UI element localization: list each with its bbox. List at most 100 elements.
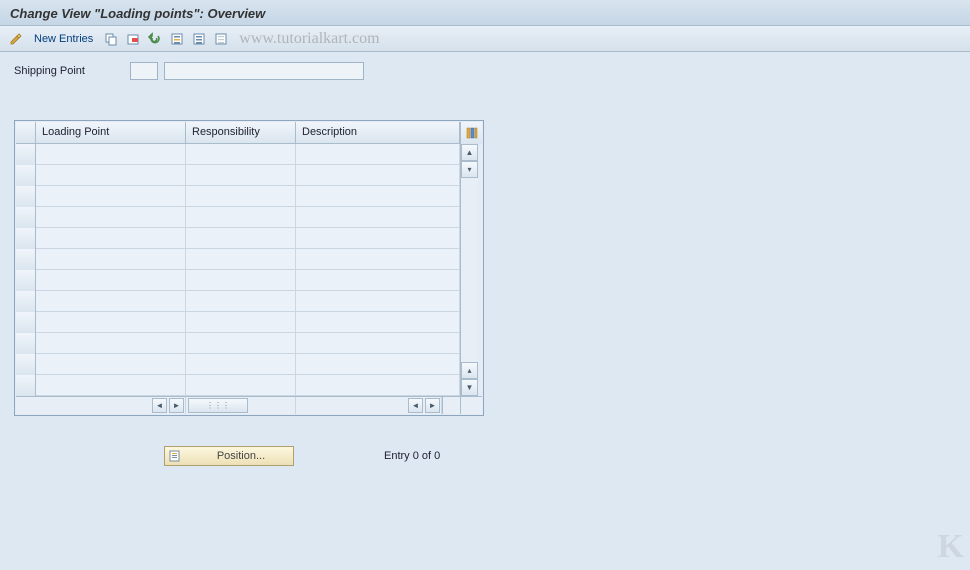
shipping-point-input[interactable] [130,62,158,80]
row-selector[interactable] [16,354,36,375]
delete-icon[interactable] [125,31,141,47]
copy-as-icon[interactable] [103,31,119,47]
select-all-icon[interactable] [169,31,185,47]
row-selector[interactable] [16,207,36,228]
cell-loading-point[interactable] [36,186,186,207]
cell-responsibility[interactable] [186,354,296,375]
cell-loading-point[interactable] [36,333,186,354]
table-row [16,291,460,312]
cell-loading-point[interactable] [36,354,186,375]
row-selector[interactable] [16,375,36,396]
vscroll-down-icon[interactable]: ▼ [461,379,478,396]
cell-description[interactable] [296,144,460,165]
row-selector[interactable] [16,312,36,333]
position-icon [169,449,183,463]
row-selector[interactable] [16,249,36,270]
shipping-point-desc-input[interactable] [164,62,364,80]
cell-description[interactable] [296,228,460,249]
table-row [16,312,460,333]
cell-loading-point[interactable] [36,228,186,249]
vscroll-track[interactable] [461,178,478,362]
row-selector[interactable] [16,291,36,312]
hscroll-thumb[interactable]: ⋮⋮⋮ [188,398,248,413]
table-row [16,270,460,291]
select-block-icon[interactable] [191,31,207,47]
table-row [16,375,460,396]
cell-loading-point[interactable] [36,312,186,333]
vscroll-up-icon[interactable]: ▲ [461,144,478,161]
hscroll-right2-icon[interactable]: ► [425,398,440,413]
row-selector[interactable] [16,333,36,354]
col-header-loading-point[interactable]: Loading Point [36,122,186,143]
cell-responsibility[interactable] [186,228,296,249]
table-row [16,165,460,186]
table-row [16,144,460,165]
table-row [16,354,460,375]
row-selector[interactable] [16,186,36,207]
col-header-description[interactable]: Description [296,122,460,143]
cell-responsibility[interactable] [186,249,296,270]
new-entries-button[interactable]: New Entries [34,33,93,45]
position-button[interactable]: Position... [164,446,294,466]
cell-loading-point[interactable] [36,375,186,396]
table-row [16,228,460,249]
cell-responsibility[interactable] [186,270,296,291]
corner-logo: K [938,528,964,566]
cell-loading-point[interactable] [36,270,186,291]
table-row [16,207,460,228]
vertical-scrollbar: ▲ ▾ ▴ ▼ [460,144,478,396]
loading-points-table: Loading Point Responsibility Description… [14,120,484,416]
entry-count-text: Entry 0 of 0 [384,450,440,462]
vscroll-line-up-icon[interactable]: ▾ [461,161,478,178]
cell-description[interactable] [296,186,460,207]
cell-responsibility[interactable] [186,207,296,228]
hscroll-left2-icon[interactable]: ◄ [408,398,423,413]
table-row [16,333,460,354]
cell-responsibility[interactable] [186,333,296,354]
undo-icon[interactable] [147,31,163,47]
toggle-edit-icon[interactable] [8,31,24,47]
watermark-text: www.tutorialkart.com [239,30,379,48]
hscroll-right-icon[interactable]: ► [169,398,184,413]
cell-description[interactable] [296,375,460,396]
cell-description[interactable] [296,291,460,312]
cell-loading-point[interactable] [36,249,186,270]
row-selector-header[interactable] [16,122,36,143]
horizontal-scrollbar: ◄ ► ⋮⋮⋮ ◄ ► [16,396,460,414]
cell-responsibility[interactable] [186,186,296,207]
cell-description[interactable] [296,249,460,270]
cell-loading-point[interactable] [36,144,186,165]
cell-responsibility[interactable] [186,291,296,312]
row-selector[interactable] [16,144,36,165]
row-selector[interactable] [16,228,36,249]
cell-description[interactable] [296,354,460,375]
cell-loading-point[interactable] [36,207,186,228]
shipping-point-row: Shipping Point [14,62,956,80]
position-button-label: Position... [193,450,289,462]
hscroll-left-icon[interactable]: ◄ [152,398,167,413]
deselect-all-icon[interactable] [213,31,229,47]
table-row [16,249,460,270]
toolbar: New Entries www.tutorialkart.com [0,26,970,52]
row-selector[interactable] [16,165,36,186]
table-header-row: Loading Point Responsibility Description [16,122,460,144]
cell-responsibility[interactable] [186,375,296,396]
cell-responsibility[interactable] [186,312,296,333]
cell-loading-point[interactable] [36,291,186,312]
cell-description[interactable] [296,165,460,186]
cell-loading-point[interactable] [36,165,186,186]
cell-responsibility[interactable] [186,144,296,165]
cell-responsibility[interactable] [186,165,296,186]
table-row [16,186,460,207]
cell-description[interactable] [296,270,460,291]
col-header-responsibility[interactable]: Responsibility [186,122,296,143]
row-selector[interactable] [16,270,36,291]
cell-description[interactable] [296,312,460,333]
table-config-icon[interactable] [460,122,482,144]
footer-row: Position... Entry 0 of 0 [164,446,956,466]
cell-description[interactable] [296,207,460,228]
shipping-point-label: Shipping Point [14,65,124,77]
vscroll-line-down-icon[interactable]: ▴ [461,362,478,379]
cell-description[interactable] [296,333,460,354]
title-bar: Change View "Loading points": Overview [0,0,970,26]
